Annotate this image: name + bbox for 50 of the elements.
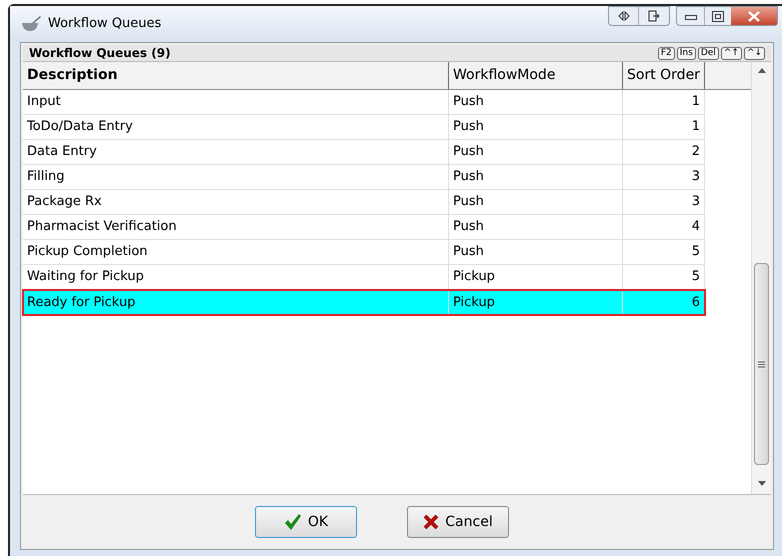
shortcut-key[interactable]: Del bbox=[698, 46, 719, 60]
table-cell: 3 bbox=[623, 165, 705, 189]
close-icon bbox=[748, 10, 760, 22]
table-cell: 4 bbox=[623, 215, 705, 239]
table-cell: 1 bbox=[623, 115, 705, 139]
cancel-icon bbox=[423, 514, 440, 530]
table-cell: Push bbox=[449, 240, 623, 264]
table-cell: 1 bbox=[623, 90, 705, 114]
table-cell: Push bbox=[449, 90, 623, 114]
column-header[interactable]: Description bbox=[23, 62, 449, 89]
dialog-button[interactable]: OK bbox=[255, 506, 357, 538]
table-cell: Pickup bbox=[449, 290, 623, 315]
shortcut-key[interactable]: F2 bbox=[658, 46, 675, 60]
table-cell: Input bbox=[23, 90, 449, 114]
scrollbar[interactable] bbox=[751, 62, 771, 494]
column-header[interactable]: WorkflowMode bbox=[449, 62, 623, 89]
table-cell: Ready for Pickup bbox=[23, 290, 449, 315]
column-header[interactable]: Sort Order bbox=[623, 62, 705, 89]
table-cell: Package Rx bbox=[23, 190, 449, 214]
table-cell: 2 bbox=[623, 140, 705, 164]
table-cell: Push bbox=[449, 190, 623, 214]
dialog-button[interactable]: Cancel bbox=[407, 506, 509, 538]
scroll-down-icon bbox=[758, 481, 766, 486]
table-cell: ToDo/Data Entry bbox=[23, 115, 449, 139]
scroll-up-icon bbox=[758, 68, 766, 73]
close-button[interactable] bbox=[731, 7, 777, 25]
table-cell: 6 bbox=[623, 290, 705, 315]
window-title: Workflow Queues bbox=[48, 15, 162, 34]
table-cell: Pharmacist Verification bbox=[23, 215, 449, 239]
table-cell: Push bbox=[449, 165, 623, 189]
scroll-thumb[interactable] bbox=[754, 263, 769, 465]
table-cell: Push bbox=[449, 215, 623, 239]
shortcut-key[interactable]: ^↓ bbox=[744, 46, 765, 60]
maximize-icon bbox=[712, 10, 724, 22]
shortcut-key[interactable]: Ins bbox=[676, 46, 696, 60]
table-cell: Filling bbox=[23, 165, 449, 189]
table-cell: Push bbox=[449, 140, 623, 164]
table-cell: Pickup Completion bbox=[23, 240, 449, 264]
table-cell: 5 bbox=[623, 240, 705, 264]
mortar-icon bbox=[20, 15, 42, 33]
checkmark-icon bbox=[284, 513, 302, 531]
export-icon bbox=[648, 10, 660, 22]
grid-title: Workflow Queues (9) bbox=[29, 45, 171, 62]
table-cell: Push bbox=[449, 115, 623, 139]
table-cell: Data Entry bbox=[23, 140, 449, 164]
shortcut-key[interactable]: ^↑ bbox=[720, 46, 742, 60]
split-icon bbox=[618, 11, 630, 21]
grip-icon bbox=[758, 360, 765, 368]
table-cell: 3 bbox=[623, 190, 705, 214]
minimize-icon bbox=[684, 12, 696, 20]
